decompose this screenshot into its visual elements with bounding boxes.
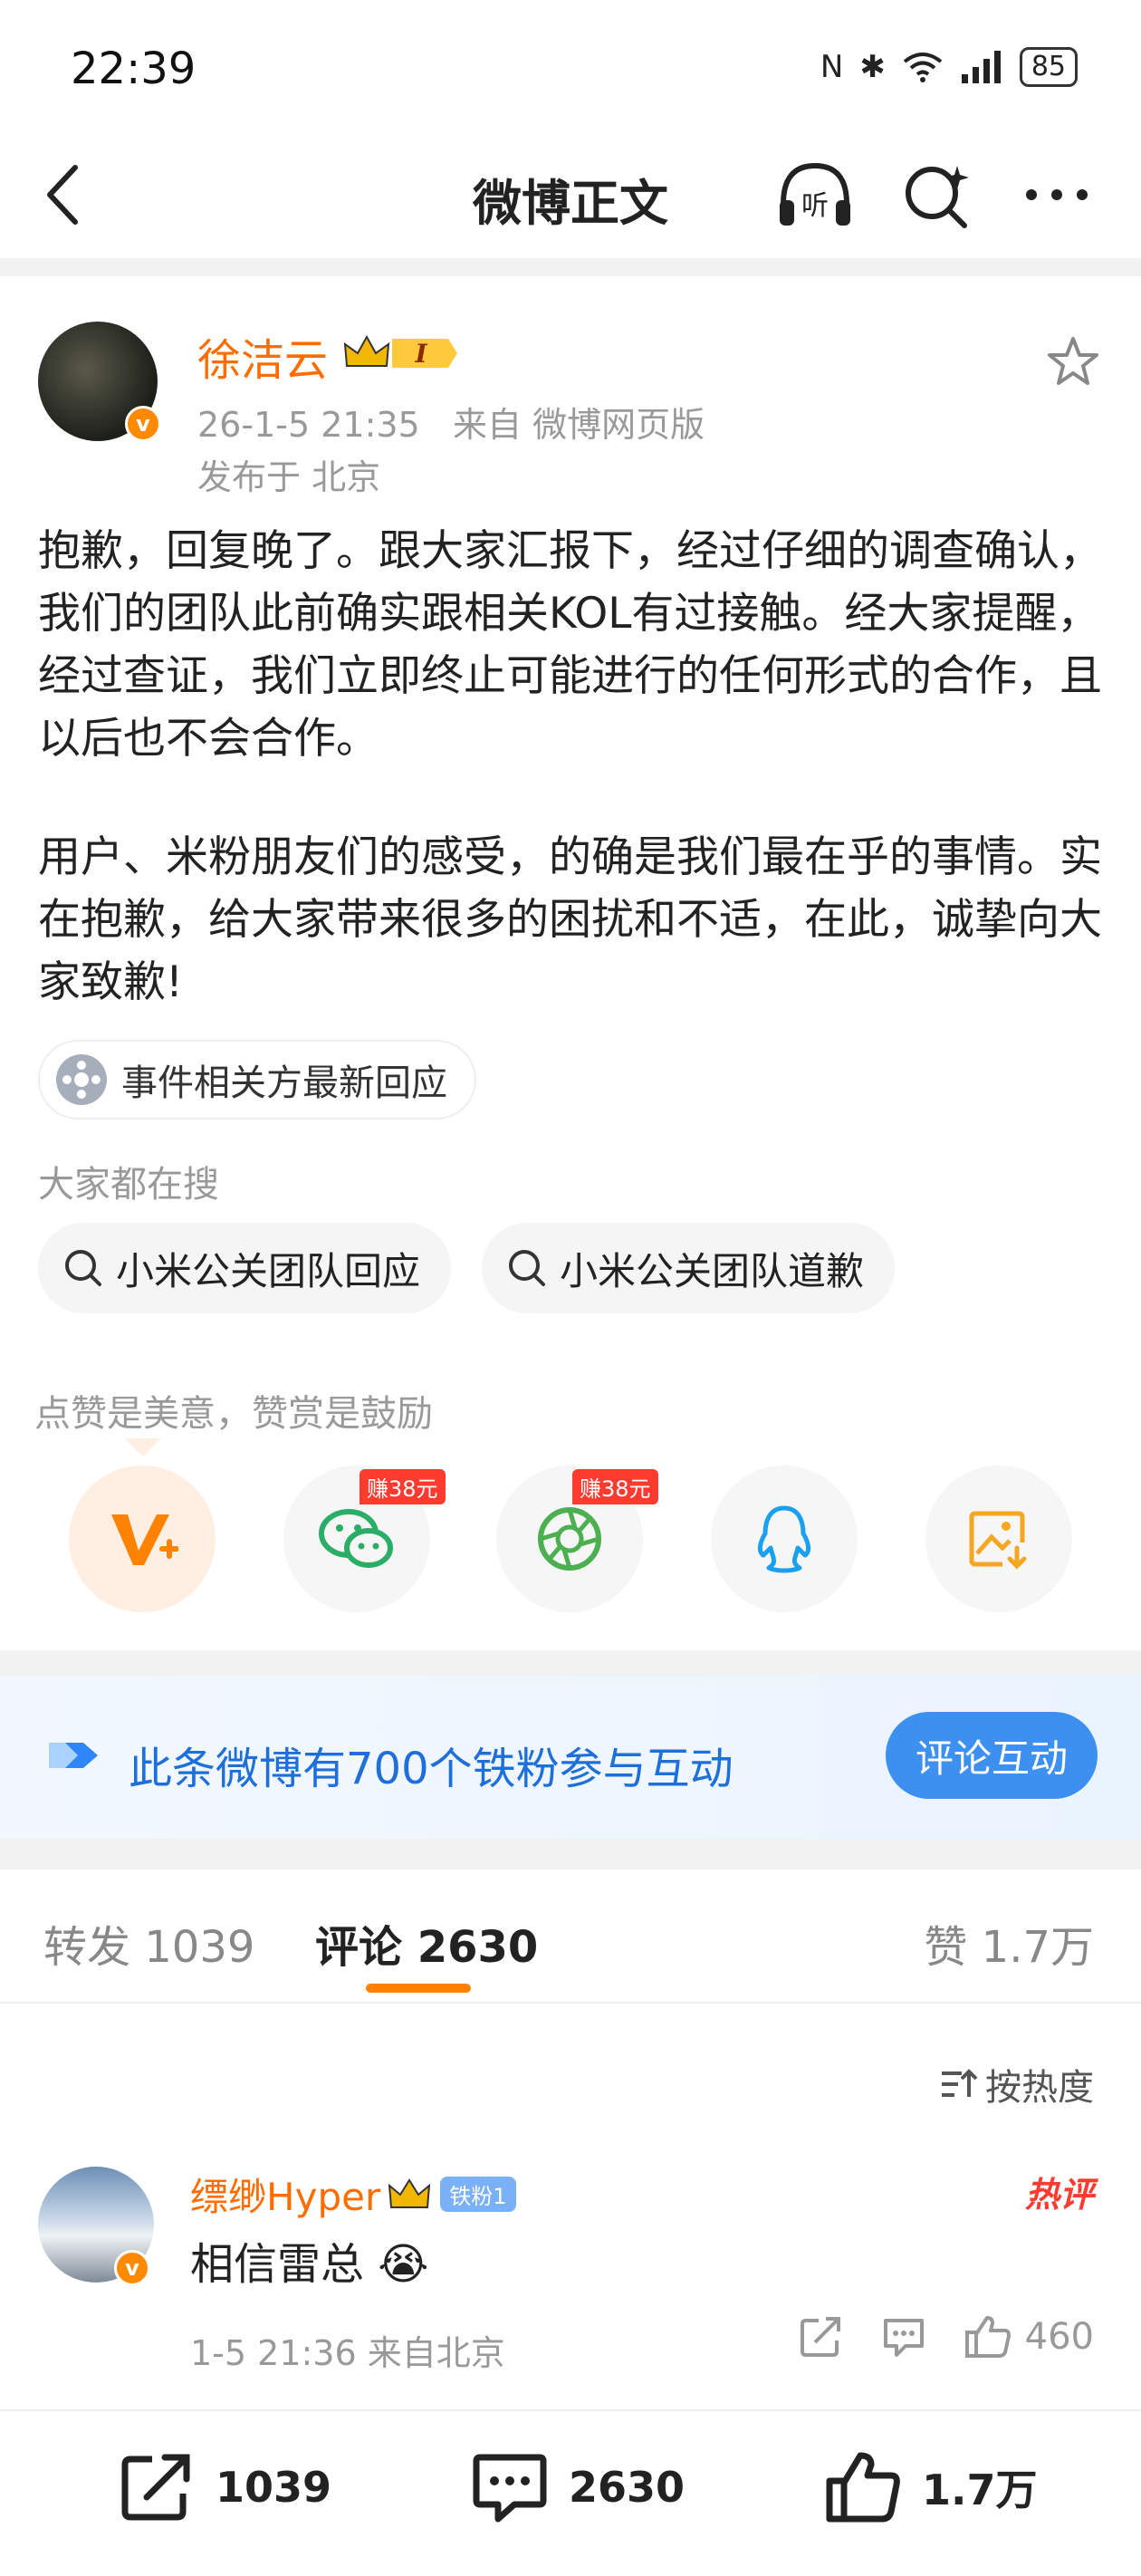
post-location: 发布于 北京 bbox=[197, 457, 381, 497]
member-crown-icon: I bbox=[341, 332, 459, 375]
repost-icon[interactable] bbox=[799, 2315, 844, 2359]
tab-repost[interactable]: 转发 1039 bbox=[43, 1911, 254, 1975]
bluetooth-icon: ✱ bbox=[859, 49, 886, 85]
nfc-icon: N bbox=[820, 49, 844, 85]
author-name[interactable]: 徐洁云 I bbox=[197, 324, 459, 388]
reward-button[interactable] bbox=[69, 1466, 216, 1612]
search-suggestion[interactable]: 小米公关团队回应 bbox=[38, 1223, 452, 1313]
sort-label: 按热度 bbox=[985, 2067, 1094, 2109]
repost-icon bbox=[121, 2454, 190, 2521]
crying-face-emoji-icon: 😭 bbox=[378, 2239, 429, 2290]
search-button[interactable] bbox=[896, 154, 978, 235]
repost-button[interactable]: 1039 bbox=[118, 2450, 331, 2524]
verified-badge: v bbox=[125, 406, 161, 442]
search-suggestion-label: 小米公关团队回应 bbox=[116, 1248, 421, 1293]
comment-text: 相信雷总 😭 bbox=[190, 2228, 428, 2292]
post-paragraph: 用户、米粉朋友们的感受，的确是我们最在乎的事情。实在抱歉，给大家带来很多的困扰和… bbox=[38, 832, 1102, 1007]
battery-indicator: 85 bbox=[1019, 47, 1078, 87]
post-time: 26-1-5 21:35 bbox=[197, 405, 420, 445]
comment-count: 2630 bbox=[569, 2463, 686, 2512]
fan-banner-text: 此条微博有700个铁粉参与互动 bbox=[129, 1744, 734, 1794]
listen-button[interactable]: 听 bbox=[774, 154, 856, 235]
thumbs-up-icon bbox=[964, 2316, 1011, 2358]
search-suggestion-label: 小米公关团队道歉 bbox=[560, 1248, 865, 1293]
comment-interact-button[interactable]: 评论互动 bbox=[886, 1712, 1098, 1799]
topic-chip-label: 事件相关方最新回应 bbox=[121, 1062, 447, 1104]
commenter-name-text: 缥缈Hyper bbox=[190, 2175, 381, 2219]
comment-actions: 460 bbox=[799, 2314, 1094, 2360]
earn-tag: 赚38元 bbox=[572, 1469, 658, 1504]
tip-pointer bbox=[125, 1438, 161, 1456]
divider bbox=[0, 1650, 1141, 1676]
thumbs-up-icon bbox=[826, 2452, 900, 2523]
more-button[interactable] bbox=[1016, 154, 1098, 235]
save-image-button[interactable] bbox=[925, 1466, 1072, 1612]
divider bbox=[0, 258, 1141, 276]
comment-text-content: 相信雷总 bbox=[190, 2239, 365, 2290]
favorite-button[interactable] bbox=[1046, 335, 1100, 391]
status-time: 22:39 bbox=[71, 43, 197, 94]
repost-count: 1039 bbox=[216, 2463, 332, 2512]
tab-comment[interactable]: 评论 2630 bbox=[315, 1911, 538, 1975]
search-icon bbox=[65, 1250, 101, 1286]
post-paragraph: 抱歉，回复晚了。跟大家汇报下，经过仔细的调查确认，我们的团队此前确实跟相关KOL… bbox=[38, 526, 1102, 764]
share-qq-button[interactable] bbox=[711, 1466, 858, 1612]
search-icon bbox=[509, 1250, 545, 1286]
status-icons: N ✱ 85 bbox=[820, 47, 1078, 87]
qq-penguin-icon bbox=[757, 1505, 811, 1573]
reward-v-icon bbox=[111, 1514, 178, 1565]
earn-tag: 赚38元 bbox=[360, 1469, 446, 1504]
divider bbox=[0, 2002, 1141, 2004]
moments-aperture-icon bbox=[538, 1507, 601, 1571]
level-badge-text: I bbox=[415, 339, 428, 369]
event-icon bbox=[56, 1054, 107, 1105]
comment-button[interactable]: 2630 bbox=[471, 2450, 685, 2524]
wifi-icon bbox=[903, 53, 943, 82]
comment-meta: 1-5 21:36 来自北京 bbox=[190, 2333, 505, 2373]
post-source: 来自 微博网页版 bbox=[452, 405, 705, 445]
headphones-icon: 听 bbox=[780, 162, 850, 226]
hot-comment-badge: 热评 bbox=[1024, 2175, 1094, 2215]
comment-like-count: 460 bbox=[1024, 2316, 1094, 2358]
sort-icon bbox=[942, 2069, 978, 2097]
tip-label: 点赞是美意，赞赏是鼓励 bbox=[34, 1393, 433, 1435]
post-meta: 26-1-5 21:35 来自 微博网页版 bbox=[197, 397, 705, 447]
active-tab-indicator bbox=[366, 1984, 471, 1993]
fan-indicator-icon bbox=[49, 1743, 98, 1768]
star-icon bbox=[1048, 337, 1098, 385]
reply-icon[interactable] bbox=[880, 2315, 927, 2359]
search-section-label: 大家都在搜 bbox=[38, 1164, 219, 1206]
author-name-text: 徐洁云 bbox=[197, 335, 329, 386]
image-download-icon bbox=[969, 1511, 1027, 1570]
comment-icon bbox=[473, 2454, 547, 2523]
signal-icon bbox=[961, 51, 1001, 83]
verified-badge: v bbox=[114, 2250, 150, 2286]
divider bbox=[0, 1839, 1141, 1870]
like-count: 1.7万 bbox=[922, 2465, 1038, 2514]
member-crown-icon bbox=[388, 2177, 431, 2208]
more-dots-icon bbox=[1026, 189, 1088, 200]
sort-toggle[interactable]: 按热度 bbox=[940, 2058, 1094, 2110]
topic-chip[interactable]: 事件相关方最新回应 bbox=[38, 1040, 476, 1120]
comment-like-button[interactable]: 460 bbox=[964, 2314, 1094, 2360]
tab-like[interactable]: 赞 1.7万 bbox=[924, 1911, 1094, 1975]
svg-text:听: 听 bbox=[801, 190, 829, 222]
wechat-icon bbox=[319, 1509, 393, 1568]
commenter-name[interactable]: 缥缈Hyper 铁粉1 bbox=[190, 2167, 516, 2222]
search-sparkle-icon bbox=[906, 166, 969, 228]
search-suggestion[interactable]: 小米公关团队道歉 bbox=[482, 1223, 896, 1313]
like-button[interactable]: 1.7万 bbox=[824, 2450, 1038, 2524]
fan-level-badge: 铁粉1 bbox=[440, 2177, 516, 2212]
